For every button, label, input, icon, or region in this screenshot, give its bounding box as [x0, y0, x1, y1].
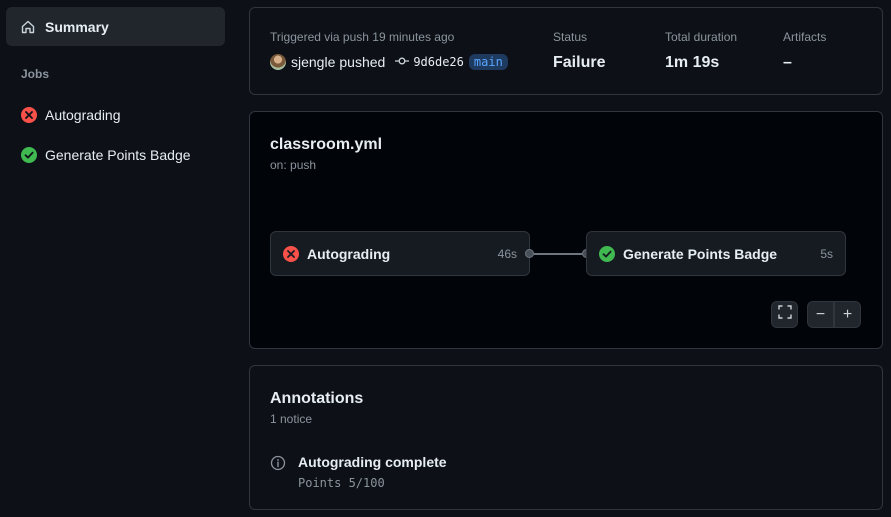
run-summary-panel: Triggered via push 19 minutes ago sjengl… — [249, 7, 883, 95]
commit-icon — [395, 55, 410, 69]
annotations-panel: Annotations 1 notice Autograding complet… — [249, 365, 883, 510]
annotations-count: 1 notice — [270, 412, 313, 426]
duration-value: 1m 19s — [665, 54, 720, 71]
sidebar-item-generate-points-badge[interactable]: Generate Points Badge — [21, 144, 191, 166]
actor-name[interactable]: sjengle — [291, 54, 335, 70]
failure-icon — [283, 245, 299, 262]
branch-badge[interactable]: main — [468, 54, 508, 70]
job-card-autograding[interactable]: Autograding 46s — [270, 231, 530, 276]
job-card-label: Autograding — [307, 245, 391, 262]
sidebar-item-label: Autograding — [45, 107, 121, 123]
avatar[interactable] — [270, 54, 286, 70]
sidebar-item-autograding[interactable]: Autograding — [21, 104, 121, 126]
fullscreen-button[interactable] — [771, 301, 798, 328]
commit-sha: 9d6de26 — [413, 55, 464, 69]
status-value: Failure — [553, 54, 606, 71]
artifacts-value: – — [783, 54, 792, 71]
plus-icon: + — [842, 305, 853, 323]
success-icon — [599, 245, 615, 262]
fullscreen-icon — [777, 305, 792, 324]
job-connector-line — [534, 253, 582, 255]
sidebar-item-label: Generate Points Badge — [45, 147, 191, 163]
sidebar: Summary Jobs Autograding Generate Points… — [0, 0, 232, 517]
minus-icon: − — [815, 305, 826, 323]
jobs-heading: Jobs — [21, 67, 50, 81]
job-card-generate-points-badge[interactable]: Generate Points Badge 5s — [586, 231, 846, 276]
zoom-out-button[interactable]: − — [807, 301, 834, 328]
commit-link[interactable]: 9d6de26 — [395, 55, 464, 69]
sidebar-item-summary[interactable]: Summary — [6, 7, 225, 46]
annotation-message: Points 5/100 — [298, 476, 385, 490]
artifacts-label: Artifacts — [783, 30, 827, 44]
success-icon — [21, 147, 37, 163]
workflow-trigger: on: push — [270, 158, 317, 172]
failure-icon — [21, 107, 37, 123]
annotations-title: Annotations — [270, 390, 364, 407]
push-action: pushed — [339, 54, 386, 70]
sidebar-item-label: Summary — [45, 18, 109, 35]
status-label: Status — [553, 30, 588, 44]
job-duration: 5s — [820, 246, 833, 261]
connector-start-dot — [525, 249, 534, 258]
job-card-label: Generate Points Badge — [623, 245, 778, 262]
workflow-graph-panel: classroom.yml on: push Autograding 46s G… — [249, 111, 883, 349]
job-duration: 46s — [497, 246, 517, 261]
annotation-title: Autograding complete — [298, 454, 447, 470]
zoom-in-button[interactable]: + — [834, 301, 861, 328]
home-icon — [20, 19, 36, 35]
annotation-item[interactable]: Autograding complete Points 5/100 — [270, 454, 447, 490]
trigger-line: sjengle pushed 9d6de26 main — [270, 54, 508, 70]
info-icon — [270, 455, 286, 471]
workflow-file-name: classroom.yml — [270, 136, 383, 153]
duration-label: Total duration — [665, 30, 738, 44]
trigger-text: Triggered via push 19 minutes ago — [270, 30, 455, 44]
